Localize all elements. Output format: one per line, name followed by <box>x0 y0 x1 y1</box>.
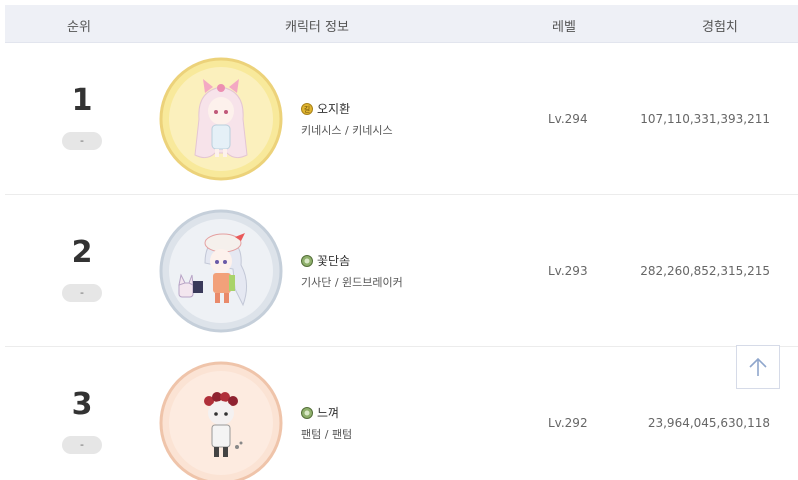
character-name[interactable]: 느껴 <box>317 404 339 421</box>
character-avatar[interactable] <box>159 57 283 181</box>
rank-number: 1 <box>71 83 93 118</box>
table-row[interactable]: 2 - 꽃단솜 기사단 / 윈드브레이커 Lv.293 282,260,852,… <box>5 195 798 347</box>
table-row[interactable]: 3 - 느껴 팬텀 / 팬텀 Lv.292 23,964,045,630,118 <box>5 347 798 480</box>
svg-text:길: 길 <box>304 105 310 113</box>
arrow-up-icon <box>749 357 767 376</box>
character-job: 키네시스 / 키네시스 <box>301 124 393 137</box>
scroll-to-top-button[interactable] <box>736 345 780 389</box>
character-level: Lv.293 <box>548 264 588 278</box>
character-exp: 23,964,045,630,118 <box>647 416 770 430</box>
table-header: 순위 캐릭터 정보 레벨 경험치 <box>5 5 798 43</box>
character-level: Lv.294 <box>548 112 588 126</box>
rank-change-badge: - <box>62 284 102 302</box>
rank-number: 2 <box>71 235 93 270</box>
character-level: Lv.292 <box>548 416 588 430</box>
header-exp: 경험치 <box>702 20 738 35</box>
header-level: 레벨 <box>552 20 576 35</box>
header-character-info: 캐릭터 정보 <box>285 20 349 35</box>
character-job: 팬텀 / 팬텀 <box>301 428 353 441</box>
character-avatar[interactable] <box>159 209 283 333</box>
character-name[interactable]: 오지환 <box>317 100 350 117</box>
rank-change-badge: - <box>62 132 102 150</box>
character-job: 기사단 / 윈드브레이커 <box>301 276 403 289</box>
rank-number: 3 <box>71 387 93 422</box>
guild-emblem-icon <box>301 254 313 267</box>
character-avatar[interactable] <box>159 361 283 480</box>
guild-emblem-icon: 길 <box>301 102 313 115</box>
guild-emblem-icon <box>301 406 313 419</box>
character-name[interactable]: 꽃단솜 <box>317 252 350 269</box>
rank-change-badge: - <box>62 436 102 454</box>
character-exp: 282,260,852,315,215 <box>640 264 770 278</box>
header-rank: 순위 <box>67 20 91 35</box>
character-exp: 107,110,331,393,211 <box>640 112 770 126</box>
table-row[interactable]: 1 - 길 오지환 키네시스 / 키네시스 Lv.294 107,110,331… <box>5 43 798 195</box>
